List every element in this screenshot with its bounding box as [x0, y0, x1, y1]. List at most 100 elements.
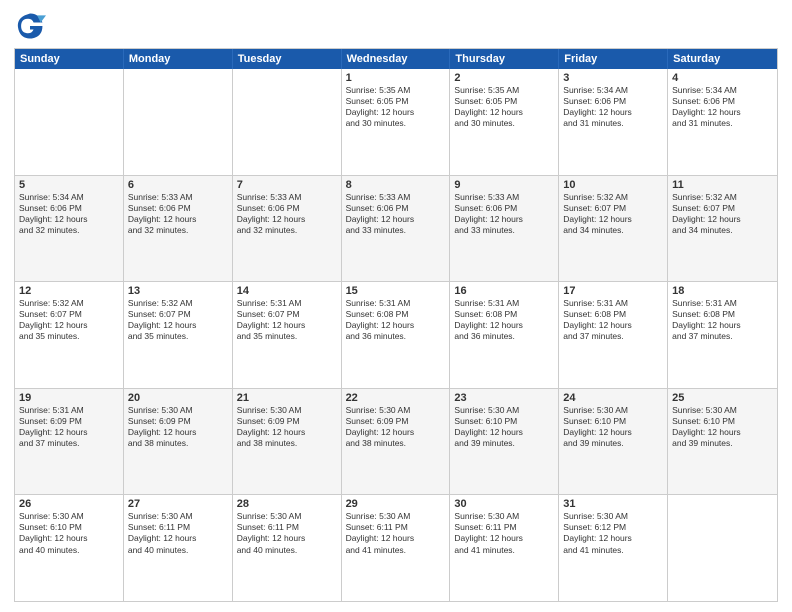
calendar-row-0: 1Sunrise: 5:35 AM Sunset: 6:05 PM Daylig… — [15, 69, 777, 175]
day-number: 9 — [454, 179, 554, 191]
day-number: 26 — [19, 498, 119, 510]
cell-info: Sunrise: 5:34 AM Sunset: 6:06 PM Dayligh… — [19, 192, 119, 236]
cal-cell-0-3: 1Sunrise: 5:35 AM Sunset: 6:05 PM Daylig… — [342, 69, 451, 175]
cal-cell-4-4: 30Sunrise: 5:30 AM Sunset: 6:11 PM Dayli… — [450, 495, 559, 601]
cal-cell-4-3: 29Sunrise: 5:30 AM Sunset: 6:11 PM Dayli… — [342, 495, 451, 601]
day-number: 24 — [563, 392, 663, 404]
cal-cell-2-4: 16Sunrise: 5:31 AM Sunset: 6:08 PM Dayli… — [450, 282, 559, 388]
day-number: 31 — [563, 498, 663, 510]
calendar-row-3: 19Sunrise: 5:31 AM Sunset: 6:09 PM Dayli… — [15, 388, 777, 495]
cal-cell-1-4: 9Sunrise: 5:33 AM Sunset: 6:06 PM Daylig… — [450, 176, 559, 282]
day-number: 16 — [454, 285, 554, 297]
cell-info: Sunrise: 5:35 AM Sunset: 6:05 PM Dayligh… — [454, 85, 554, 129]
cell-info: Sunrise: 5:30 AM Sunset: 6:11 PM Dayligh… — [346, 511, 446, 555]
cal-cell-4-1: 27Sunrise: 5:30 AM Sunset: 6:11 PM Dayli… — [124, 495, 233, 601]
day-number: 17 — [563, 285, 663, 297]
cell-info: Sunrise: 5:32 AM Sunset: 6:07 PM Dayligh… — [563, 192, 663, 236]
day-number: 12 — [19, 285, 119, 297]
day-number: 3 — [563, 72, 663, 84]
cal-cell-3-3: 22Sunrise: 5:30 AM Sunset: 6:09 PM Dayli… — [342, 389, 451, 495]
cell-info: Sunrise: 5:30 AM Sunset: 6:11 PM Dayligh… — [454, 511, 554, 555]
day-number: 5 — [19, 179, 119, 191]
day-number: 20 — [128, 392, 228, 404]
cell-info: Sunrise: 5:31 AM Sunset: 6:07 PM Dayligh… — [237, 298, 337, 342]
cal-cell-1-3: 8Sunrise: 5:33 AM Sunset: 6:06 PM Daylig… — [342, 176, 451, 282]
cal-cell-0-2 — [233, 69, 342, 175]
cal-cell-3-5: 24Sunrise: 5:30 AM Sunset: 6:10 PM Dayli… — [559, 389, 668, 495]
calendar-header: SundayMondayTuesdayWednesdayThursdayFrid… — [15, 49, 777, 69]
day-number: 6 — [128, 179, 228, 191]
cal-cell-2-5: 17Sunrise: 5:31 AM Sunset: 6:08 PM Dayli… — [559, 282, 668, 388]
day-number: 28 — [237, 498, 337, 510]
cell-info: Sunrise: 5:30 AM Sunset: 6:10 PM Dayligh… — [563, 405, 663, 449]
cal-cell-2-6: 18Sunrise: 5:31 AM Sunset: 6:08 PM Dayli… — [668, 282, 777, 388]
day-number: 8 — [346, 179, 446, 191]
cell-info: Sunrise: 5:30 AM Sunset: 6:10 PM Dayligh… — [454, 405, 554, 449]
cell-info: Sunrise: 5:33 AM Sunset: 6:06 PM Dayligh… — [237, 192, 337, 236]
cell-info: Sunrise: 5:30 AM Sunset: 6:09 PM Dayligh… — [237, 405, 337, 449]
cal-cell-3-6: 25Sunrise: 5:30 AM Sunset: 6:10 PM Dayli… — [668, 389, 777, 495]
header-day-wednesday: Wednesday — [342, 49, 451, 69]
cell-info: Sunrise: 5:30 AM Sunset: 6:10 PM Dayligh… — [19, 511, 119, 555]
cal-cell-0-5: 3Sunrise: 5:34 AM Sunset: 6:06 PM Daylig… — [559, 69, 668, 175]
calendar-body: 1Sunrise: 5:35 AM Sunset: 6:05 PM Daylig… — [15, 69, 777, 601]
cal-cell-1-6: 11Sunrise: 5:32 AM Sunset: 6:07 PM Dayli… — [668, 176, 777, 282]
cal-cell-3-4: 23Sunrise: 5:30 AM Sunset: 6:10 PM Dayli… — [450, 389, 559, 495]
page: SundayMondayTuesdayWednesdayThursdayFrid… — [0, 0, 792, 612]
day-number: 1 — [346, 72, 446, 84]
cell-info: Sunrise: 5:32 AM Sunset: 6:07 PM Dayligh… — [19, 298, 119, 342]
cell-info: Sunrise: 5:31 AM Sunset: 6:08 PM Dayligh… — [672, 298, 773, 342]
cell-info: Sunrise: 5:30 AM Sunset: 6:10 PM Dayligh… — [672, 405, 773, 449]
day-number: 29 — [346, 498, 446, 510]
header-day-friday: Friday — [559, 49, 668, 69]
day-number: 23 — [454, 392, 554, 404]
day-number: 22 — [346, 392, 446, 404]
day-number: 10 — [563, 179, 663, 191]
day-number: 4 — [672, 72, 773, 84]
cell-info: Sunrise: 5:30 AM Sunset: 6:11 PM Dayligh… — [128, 511, 228, 555]
day-number: 19 — [19, 392, 119, 404]
cal-cell-4-0: 26Sunrise: 5:30 AM Sunset: 6:10 PM Dayli… — [15, 495, 124, 601]
calendar: SundayMondayTuesdayWednesdayThursdayFrid… — [14, 48, 778, 602]
day-number: 11 — [672, 179, 773, 191]
cal-cell-3-0: 19Sunrise: 5:31 AM Sunset: 6:09 PM Dayli… — [15, 389, 124, 495]
cell-info: Sunrise: 5:32 AM Sunset: 6:07 PM Dayligh… — [672, 192, 773, 236]
cal-cell-3-1: 20Sunrise: 5:30 AM Sunset: 6:09 PM Dayli… — [124, 389, 233, 495]
calendar-row-1: 5Sunrise: 5:34 AM Sunset: 6:06 PM Daylig… — [15, 175, 777, 282]
cell-info: Sunrise: 5:31 AM Sunset: 6:08 PM Dayligh… — [454, 298, 554, 342]
header-day-monday: Monday — [124, 49, 233, 69]
cal-cell-2-1: 13Sunrise: 5:32 AM Sunset: 6:07 PM Dayli… — [124, 282, 233, 388]
header-day-sunday: Sunday — [15, 49, 124, 69]
logo-icon — [14, 10, 46, 42]
cal-cell-4-6 — [668, 495, 777, 601]
day-number: 13 — [128, 285, 228, 297]
cal-cell-1-5: 10Sunrise: 5:32 AM Sunset: 6:07 PM Dayli… — [559, 176, 668, 282]
day-number: 14 — [237, 285, 337, 297]
day-number: 30 — [454, 498, 554, 510]
cal-cell-3-2: 21Sunrise: 5:30 AM Sunset: 6:09 PM Dayli… — [233, 389, 342, 495]
logo — [14, 10, 50, 42]
cell-info: Sunrise: 5:30 AM Sunset: 6:11 PM Dayligh… — [237, 511, 337, 555]
day-number: 25 — [672, 392, 773, 404]
cell-info: Sunrise: 5:30 AM Sunset: 6:12 PM Dayligh… — [563, 511, 663, 555]
cell-info: Sunrise: 5:31 AM Sunset: 6:08 PM Dayligh… — [563, 298, 663, 342]
cal-cell-2-0: 12Sunrise: 5:32 AM Sunset: 6:07 PM Dayli… — [15, 282, 124, 388]
header — [14, 10, 778, 42]
day-number: 15 — [346, 285, 446, 297]
cell-info: Sunrise: 5:30 AM Sunset: 6:09 PM Dayligh… — [128, 405, 228, 449]
cal-cell-0-0 — [15, 69, 124, 175]
cal-cell-1-1: 6Sunrise: 5:33 AM Sunset: 6:06 PM Daylig… — [124, 176, 233, 282]
cell-info: Sunrise: 5:34 AM Sunset: 6:06 PM Dayligh… — [672, 85, 773, 129]
cell-info: Sunrise: 5:30 AM Sunset: 6:09 PM Dayligh… — [346, 405, 446, 449]
cell-info: Sunrise: 5:33 AM Sunset: 6:06 PM Dayligh… — [128, 192, 228, 236]
header-day-saturday: Saturday — [668, 49, 777, 69]
header-day-tuesday: Tuesday — [233, 49, 342, 69]
cal-cell-1-0: 5Sunrise: 5:34 AM Sunset: 6:06 PM Daylig… — [15, 176, 124, 282]
cell-info: Sunrise: 5:31 AM Sunset: 6:09 PM Dayligh… — [19, 405, 119, 449]
cal-cell-4-5: 31Sunrise: 5:30 AM Sunset: 6:12 PM Dayli… — [559, 495, 668, 601]
cell-info: Sunrise: 5:33 AM Sunset: 6:06 PM Dayligh… — [346, 192, 446, 236]
cell-info: Sunrise: 5:34 AM Sunset: 6:06 PM Dayligh… — [563, 85, 663, 129]
cell-info: Sunrise: 5:35 AM Sunset: 6:05 PM Dayligh… — [346, 85, 446, 129]
cal-cell-2-2: 14Sunrise: 5:31 AM Sunset: 6:07 PM Dayli… — [233, 282, 342, 388]
header-day-thursday: Thursday — [450, 49, 559, 69]
